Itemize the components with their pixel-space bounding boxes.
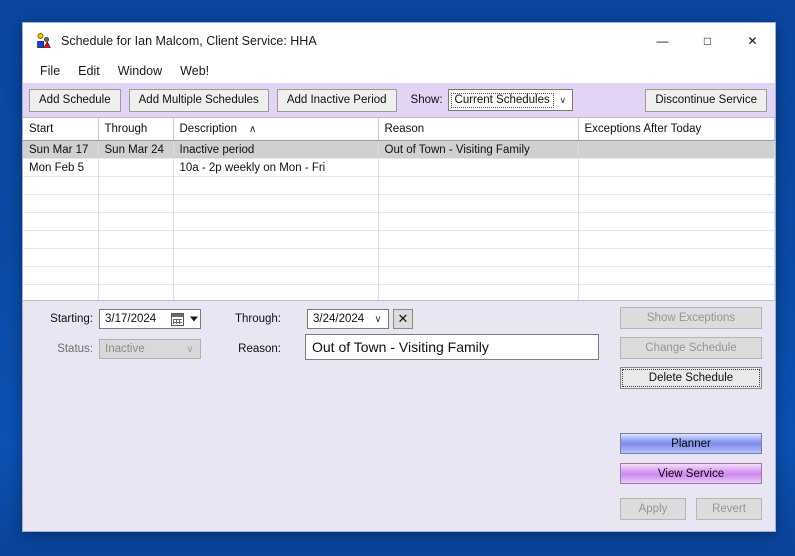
menu-item-file[interactable]: File bbox=[31, 62, 69, 80]
table-row-empty[interactable] bbox=[23, 176, 775, 195]
cell-start: Sun Mar 17 bbox=[23, 140, 99, 159]
column-header-exceptions-label: Exceptions After Today bbox=[584, 123, 702, 135]
reason-input[interactable]: Out of Town - Visiting Family bbox=[305, 334, 599, 360]
calendar-icon bbox=[171, 312, 184, 326]
toolbar-right-group: Discontinue Service bbox=[645, 88, 767, 112]
column-header-start[interactable]: Start bbox=[23, 118, 99, 141]
delete-schedule-button[interactable]: Delete Schedule bbox=[620, 367, 762, 389]
title-bar: Schedule for Ian Malcom, Client Service:… bbox=[23, 23, 775, 59]
cell-exceptions bbox=[578, 140, 775, 159]
view-service-button[interactable]: View Service bbox=[620, 463, 762, 484]
close-button[interactable]: ✕ bbox=[730, 23, 775, 59]
cell-reason bbox=[378, 158, 579, 177]
table-row-empty[interactable] bbox=[23, 194, 775, 213]
starting-label: Starting: bbox=[50, 313, 93, 325]
table-row-empty[interactable] bbox=[23, 212, 775, 231]
reason-value: Out of Town - Visiting Family bbox=[312, 339, 489, 355]
application-window: Schedule for Ian Malcom, Client Service:… bbox=[22, 22, 776, 532]
window-controls: — □ ✕ bbox=[640, 23, 775, 59]
minimize-button[interactable]: — bbox=[640, 23, 685, 59]
menu-item-window[interactable]: Window bbox=[109, 62, 171, 80]
status-value: Inactive bbox=[105, 343, 145, 355]
cell-description: 10a - 2p weekly on Mon - Fri bbox=[173, 158, 379, 177]
column-header-reason-label: Reason bbox=[384, 123, 425, 135]
table-row-empty[interactable] bbox=[23, 248, 775, 267]
people-icon bbox=[35, 32, 53, 50]
show-filter-dropdown[interactable]: Current Schedules ∨ bbox=[447, 89, 573, 111]
discontinue-service-button[interactable]: Discontinue Service bbox=[645, 88, 767, 112]
cell-through: Sun Mar 24 bbox=[98, 140, 174, 159]
starting-date-input[interactable]: 3/17/2024 bbox=[99, 309, 201, 329]
schedule-grid[interactable]: Start Through Description ∧ Reason Except… bbox=[23, 117, 775, 301]
show-filter-value: Current Schedules bbox=[450, 92, 554, 108]
column-header-description-label: Description bbox=[179, 123, 238, 135]
sort-ascending-icon: ∧ bbox=[249, 124, 257, 135]
table-row[interactable]: Sun Mar 17 Sun Mar 24 Inactive period Ou… bbox=[23, 140, 775, 159]
clear-through-button[interactable]: ✕ bbox=[393, 309, 413, 329]
apply-button: Apply bbox=[620, 498, 686, 520]
column-header-exceptions[interactable]: Exceptions After Today bbox=[578, 118, 775, 141]
revert-button: Revert bbox=[696, 498, 762, 520]
add-multiple-schedules-button[interactable]: Add Multiple Schedules bbox=[128, 88, 269, 112]
chevron-down-icon: ∨ bbox=[374, 313, 382, 325]
change-schedule-button: Change Schedule bbox=[620, 337, 762, 359]
through-date-dropdown[interactable]: 3/24/2024 ∨ bbox=[307, 309, 389, 329]
column-header-description[interactable]: Description ∧ bbox=[173, 118, 379, 141]
table-row-empty[interactable] bbox=[23, 230, 775, 249]
toolbar: Add Schedule Add Multiple Schedules Add … bbox=[23, 83, 775, 117]
menu-bar: File Edit Window Web! bbox=[23, 59, 775, 83]
chevron-down-icon: ∨ bbox=[186, 343, 194, 355]
column-header-start-label: Start bbox=[29, 123, 54, 135]
cell-description: Inactive period bbox=[173, 140, 379, 159]
window-title: Schedule for Ian Malcom, Client Service:… bbox=[61, 34, 317, 48]
table-header-row: Start Through Description ∧ Reason Except… bbox=[23, 118, 775, 141]
column-header-reason[interactable]: Reason bbox=[378, 118, 579, 141]
cell-start: Mon Feb 5 bbox=[23, 158, 99, 177]
table-row[interactable]: Mon Feb 5 10a - 2p weekly on Mon - Fri bbox=[23, 158, 775, 177]
cell-reason: Out of Town - Visiting Family bbox=[378, 140, 579, 159]
table-row-empty[interactable] bbox=[23, 284, 775, 300]
column-header-through-label: Through bbox=[104, 123, 148, 135]
detail-panel: Starting: 3/17/2024 Status: Inactive ∨ T… bbox=[23, 301, 775, 531]
chevron-down-icon: ∨ bbox=[559, 94, 567, 105]
show-exceptions-button: Show Exceptions bbox=[620, 307, 762, 329]
cell-through bbox=[98, 158, 174, 177]
starting-date-value: 3/17/2024 bbox=[105, 313, 157, 325]
maximize-button[interactable]: □ bbox=[685, 23, 730, 59]
add-schedule-button[interactable]: Add Schedule bbox=[29, 88, 121, 112]
table-row-empty[interactable] bbox=[23, 266, 775, 285]
status-label: Status: bbox=[57, 343, 93, 355]
show-filter-label: Show: bbox=[410, 94, 443, 106]
add-inactive-period-button[interactable]: Add Inactive Period bbox=[276, 88, 397, 112]
menu-item-web[interactable]: Web! bbox=[171, 62, 218, 80]
column-header-through[interactable]: Through bbox=[98, 118, 174, 141]
status-dropdown: Inactive ∨ bbox=[99, 339, 201, 359]
through-date-value: 3/24/2024 bbox=[313, 313, 365, 325]
cell-exceptions bbox=[578, 158, 775, 177]
planner-button[interactable]: Planner bbox=[620, 433, 762, 454]
through-label: Through: bbox=[234, 313, 281, 325]
menu-item-edit[interactable]: Edit bbox=[69, 62, 109, 80]
reason-label: Reason: bbox=[238, 343, 281, 355]
